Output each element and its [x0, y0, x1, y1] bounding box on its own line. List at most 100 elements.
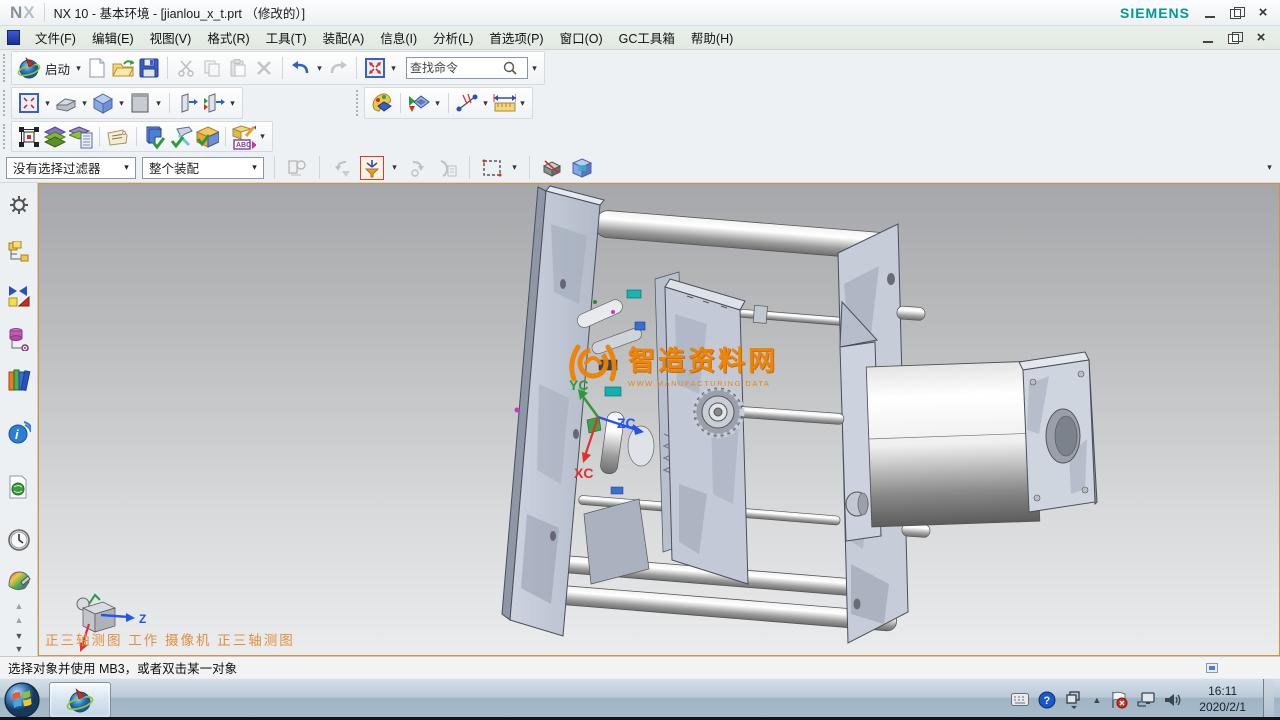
search-input[interactable] — [410, 61, 502, 75]
nx-taskbar-button[interactable] — [49, 682, 111, 718]
save-icon[interactable] — [137, 56, 161, 80]
close-button[interactable]: × — [1256, 7, 1270, 19]
chevron-down-icon[interactable]: ▾ — [258, 131, 267, 142]
selection-filter-combo[interactable]: 没有选择过滤器 ▾ — [6, 157, 136, 179]
history-clock-icon[interactable] — [7, 528, 31, 552]
rendering-style-icon[interactable] — [128, 91, 152, 115]
start-button[interactable] — [3, 681, 41, 719]
child-close-button[interactable]: × — [1254, 32, 1268, 44]
scroll-up-icon[interactable]: ▲ — [0, 601, 38, 611]
move-component-icon[interactable] — [17, 125, 41, 149]
menu-view[interactable]: 视图(V) — [142, 25, 200, 50]
open-file-icon[interactable] — [111, 56, 135, 80]
menu-preferences[interactable]: 首选项(P) — [481, 25, 551, 50]
taskbar-clock[interactable]: 16:11 2020/2/1 — [1191, 684, 1254, 715]
help-tray-icon[interactable]: ? — [1038, 691, 1056, 709]
interior-selection-icon[interactable] — [570, 156, 594, 180]
toolbar-drag-handle[interactable] — [3, 54, 7, 82]
search-icon[interactable] — [502, 60, 518, 76]
snap-point-filter-icon[interactable] — [360, 156, 384, 180]
chevron-down-icon[interactable]: ▾ — [154, 98, 163, 109]
scroll-down-icon[interactable]: ▼ — [0, 631, 38, 641]
part-navigator-icon[interactable] — [7, 327, 31, 351]
volume-icon[interactable] — [1164, 691, 1182, 709]
orient-view-icon[interactable] — [54, 91, 78, 115]
window-tray-icon[interactable] — [1065, 691, 1083, 709]
copy-icon[interactable] — [200, 56, 224, 80]
menu-analysis[interactable]: 分析(L) — [425, 25, 481, 50]
measure-icon[interactable] — [492, 91, 516, 115]
redo-filter-icon[interactable] — [405, 156, 429, 180]
chevron-down-icon[interactable]: ▾ — [74, 63, 83, 74]
input-keyboard-icon[interactable] — [1011, 691, 1029, 709]
layer-visible-icon[interactable] — [69, 125, 93, 149]
clip-window-icon[interactable] — [1204, 661, 1220, 675]
command-finder[interactable] — [406, 57, 528, 79]
nx-start-icon[interactable] — [17, 56, 41, 80]
previous-filter-icon[interactable] — [330, 156, 354, 180]
chevron-down-icon[interactable]: ▾ — [481, 98, 490, 109]
redo-icon[interactable] — [326, 56, 350, 80]
clip-section-icon[interactable] — [176, 91, 200, 115]
network-icon[interactable] — [1137, 691, 1155, 709]
web-browser-icon[interactable]: i — [7, 421, 31, 445]
scroll-bottom-icon[interactable]: ▼ — [0, 644, 38, 654]
isometric-view-icon[interactable] — [91, 91, 115, 115]
show-hidden-icons[interactable]: ▲ — [1092, 695, 1101, 705]
history-document-icon[interactable] — [7, 475, 31, 499]
check-part-icon[interactable] — [143, 125, 167, 149]
rectangle-select-icon[interactable] — [480, 156, 504, 180]
chevron-down-icon[interactable]: ▾ — [518, 98, 527, 109]
toolbar-overflow-icon[interactable]: ▾ — [1265, 162, 1274, 173]
constraint-navigator-icon[interactable] — [7, 284, 31, 308]
assembly-navigator-icon[interactable] — [7, 241, 31, 265]
menu-format[interactable]: 格式(R) — [199, 25, 257, 50]
menu-file[interactable]: 文件(F) — [27, 25, 84, 50]
materials-palette-icon[interactable] — [7, 568, 31, 592]
chevron-down-icon[interactable]: ▾ — [43, 98, 52, 109]
scroll-up2-icon[interactable]: ▲ — [0, 615, 38, 625]
cad-model-3d[interactable]: YC ZC XC Z — [39, 184, 1279, 655]
menu-window[interactable]: 窗口(O) — [552, 25, 611, 50]
selection-scope-combo[interactable]: 整个装配 ▾ — [142, 157, 264, 179]
fit-view-icon[interactable] — [17, 91, 41, 115]
paste-icon[interactable] — [226, 56, 250, 80]
abc-annotation-icon[interactable]: ABC — [232, 125, 256, 149]
cut-icon[interactable] — [174, 56, 198, 80]
annotation-note-icon[interactable] — [106, 125, 130, 149]
toolbar-drag-handle[interactable] — [3, 90, 7, 116]
action-center-flag-icon[interactable] — [1110, 691, 1128, 709]
reset-window-dropdown-icon[interactable]: ▾ — [389, 63, 398, 74]
layer-settings-icon[interactable] — [43, 125, 67, 149]
point-snap-icon[interactable] — [455, 91, 479, 115]
child-restore-button[interactable] — [1228, 32, 1242, 44]
roles-gear-icon[interactable] — [7, 193, 31, 217]
graphics-window[interactable]: YC ZC XC Z — [38, 183, 1280, 656]
chevron-down-icon[interactable]: ▾ — [510, 162, 519, 173]
menu-tools[interactable]: 工具(T) — [258, 25, 315, 50]
check-assembly-icon[interactable] — [195, 125, 219, 149]
new-file-icon[interactable] — [85, 56, 109, 80]
chevron-down-icon[interactable]: ▾ — [228, 98, 237, 109]
highlight-hidden-icon[interactable] — [540, 156, 564, 180]
minimize-button[interactable] — [1204, 7, 1218, 19]
chevron-down-icon[interactable]: ▾ — [390, 162, 399, 173]
restore-button[interactable] — [1230, 7, 1244, 19]
start-menu-label[interactable]: 启动 — [45, 59, 70, 78]
select-in-assembly-icon[interactable] — [285, 156, 309, 180]
child-minimize-button[interactable] — [1202, 32, 1216, 44]
undo-icon[interactable] — [289, 56, 313, 80]
chevron-down-icon[interactable]: ▾ — [433, 98, 442, 109]
edit-section-icon[interactable] — [202, 91, 226, 115]
menu-edit[interactable]: 编辑(E) — [84, 25, 142, 50]
menu-assemblies[interactable]: 装配(A) — [315, 25, 373, 50]
snap-view-icon[interactable] — [407, 91, 431, 115]
menu-gc-toolbox[interactable]: GC工具箱 — [611, 25, 683, 50]
toolbar-drag-handle[interactable] — [3, 124, 7, 149]
chevron-down-icon[interactable]: ▾ — [117, 98, 126, 109]
delete-icon[interactable] — [252, 56, 276, 80]
toolbar-drag-handle[interactable] — [356, 90, 360, 116]
chevron-down-icon[interactable]: ▾ — [80, 98, 89, 109]
selection-list-icon[interactable] — [435, 156, 459, 180]
reuse-library-icon[interactable] — [7, 368, 31, 392]
